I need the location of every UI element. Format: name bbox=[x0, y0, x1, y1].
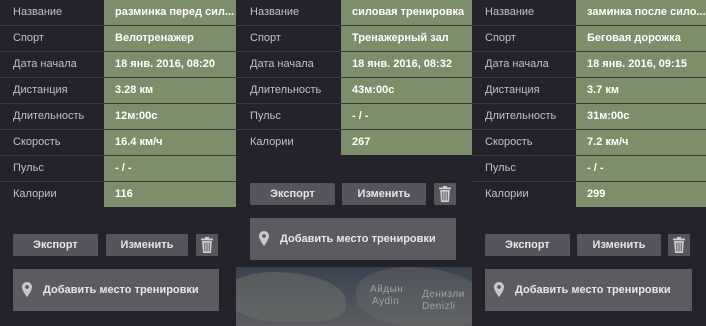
add-place-label: Добавить место тренировки bbox=[43, 284, 199, 296]
add-place-button[interactable]: Добавить место тренировки bbox=[13, 269, 219, 311]
row-duration: Длительность 31м:00с bbox=[472, 104, 706, 130]
workout-card-3: Название заминка после сило... Спорт Бег… bbox=[472, 0, 706, 207]
add-place-button[interactable]: Добавить место тренировки bbox=[250, 218, 456, 260]
export-button[interactable]: Экспорт bbox=[485, 234, 570, 256]
location-pin-icon bbox=[22, 282, 32, 297]
value-start: 18 янв. 2016, 08:20 bbox=[104, 52, 236, 77]
row-speed: Скорость 7.2 км/ч bbox=[472, 130, 706, 156]
map-label-city: Денизли bbox=[422, 289, 465, 300]
add-place-label: Добавить место тренировки bbox=[280, 233, 436, 245]
workout-card-2: Название силовая тренировка Спорт Тренаж… bbox=[236, 0, 472, 155]
location-pin-icon bbox=[259, 231, 269, 246]
label-speed: Скорость bbox=[13, 136, 61, 148]
label-pulse: Пульс bbox=[485, 162, 516, 174]
value-name: заминка после сило... bbox=[576, 0, 706, 25]
value-distance: 3.28 км bbox=[104, 78, 236, 103]
label-calories: Калории bbox=[250, 136, 294, 148]
label-duration: Длительность bbox=[13, 110, 85, 122]
workout-details-table: Название силовая тренировка Спорт Тренаж… bbox=[236, 0, 472, 155]
label-start: Дата начала bbox=[250, 58, 314, 70]
value-sport: Беговая дорожка bbox=[576, 26, 706, 51]
row-pulse: Пульс - / - bbox=[472, 156, 706, 182]
value-speed: 7.2 км/ч bbox=[576, 130, 706, 155]
value-calories: 116 bbox=[104, 182, 236, 207]
row-name: Название разминка перед сил... bbox=[0, 0, 236, 26]
value-start: 18 янв. 2016, 09:15 bbox=[576, 52, 706, 77]
value-distance: 3.7 км bbox=[576, 78, 706, 103]
label-sport: Спорт bbox=[485, 32, 516, 44]
value-sport: Тренажерный зал bbox=[341, 26, 472, 51]
row-start: Дата начала 18 янв. 2016, 08:20 bbox=[0, 52, 236, 78]
label-pulse: Пульс bbox=[250, 110, 281, 122]
label-start: Дата начала bbox=[13, 58, 77, 70]
label-start: Дата начала bbox=[485, 58, 549, 70]
add-place-label: Добавить место тренировки bbox=[515, 284, 671, 296]
edit-button[interactable]: Изменить bbox=[577, 234, 661, 256]
label-duration: Длительность bbox=[485, 110, 557, 122]
value-duration: 12м:00с bbox=[104, 104, 236, 129]
label-speed: Скорость bbox=[485, 136, 533, 148]
map-preview[interactable]: Айдын Aydin Денизли Denizli bbox=[236, 267, 472, 326]
row-calories: Калории 116 bbox=[0, 182, 236, 207]
value-duration: 31м:00с bbox=[576, 104, 706, 129]
row-speed: Скорость 16.4 км/ч bbox=[0, 130, 236, 156]
value-start: 18 янв. 2016, 08:32 bbox=[341, 52, 472, 77]
row-sport: Спорт Беговая дорожка bbox=[472, 26, 706, 52]
row-pulse: Пульс - / - bbox=[0, 156, 236, 182]
row-name: Название заминка после сило... bbox=[472, 0, 706, 26]
label-duration: Длительность bbox=[250, 84, 322, 96]
value-duration: 43м:00с bbox=[341, 78, 472, 103]
location-pin-icon bbox=[494, 282, 504, 297]
row-duration: Длительность 12м:00с bbox=[0, 104, 236, 130]
row-calories: Калории 267 bbox=[236, 130, 472, 155]
value-speed: 16.4 км/ч bbox=[104, 130, 236, 155]
row-pulse: Пульс - / - bbox=[236, 104, 472, 130]
delete-button[interactable] bbox=[196, 234, 218, 256]
row-sport: Спорт Велотренажер bbox=[0, 26, 236, 52]
map-label-city: Aydin bbox=[372, 296, 400, 307]
row-distance: Дистанция 3.7 км bbox=[472, 78, 706, 104]
label-sport: Спорт bbox=[13, 32, 44, 44]
label-sport: Спорт bbox=[250, 32, 281, 44]
trash-icon bbox=[439, 186, 451, 202]
label-name: Название bbox=[485, 6, 535, 18]
row-duration: Длительность 43м:00с bbox=[236, 78, 472, 104]
label-calories: Калории bbox=[13, 188, 57, 200]
value-pulse: - / - bbox=[341, 104, 472, 129]
row-calories: Калории 299 bbox=[472, 182, 706, 207]
value-name: силовая тренировка bbox=[341, 0, 472, 25]
value-pulse: - / - bbox=[104, 156, 236, 181]
value-pulse: - / - bbox=[576, 156, 706, 181]
label-name: Название bbox=[250, 6, 300, 18]
row-sport: Спорт Тренажерный зал bbox=[236, 26, 472, 52]
add-place-button[interactable]: Добавить место тренировки bbox=[485, 269, 692, 311]
map-land-shape bbox=[236, 272, 346, 322]
label-pulse: Пульс bbox=[13, 162, 44, 174]
row-start: Дата начала 18 янв. 2016, 09:15 bbox=[472, 52, 706, 78]
row-distance: Дистанция 3.28 км bbox=[0, 78, 236, 104]
label-calories: Калории bbox=[485, 188, 529, 200]
row-start: Дата начала 18 янв. 2016, 08:32 bbox=[236, 52, 472, 78]
workout-card-1: Название разминка перед сил... Спорт Вел… bbox=[0, 0, 236, 207]
label-name: Название bbox=[13, 6, 63, 18]
label-distance: Дистанция bbox=[485, 84, 540, 96]
value-name: разминка перед сил... bbox=[104, 0, 236, 25]
value-calories: 299 bbox=[576, 182, 706, 207]
export-button[interactable]: Экспорт bbox=[250, 183, 335, 205]
workout-details-table: Название заминка после сило... Спорт Бег… bbox=[472, 0, 706, 207]
delete-button[interactable] bbox=[434, 183, 456, 205]
map-label-city: Айдын bbox=[370, 284, 404, 295]
trash-icon bbox=[673, 237, 685, 253]
delete-button[interactable] bbox=[668, 234, 690, 256]
map-label-city: Denizli bbox=[422, 301, 456, 312]
export-button[interactable]: Экспорт bbox=[13, 234, 98, 256]
edit-button[interactable]: Изменить bbox=[106, 234, 188, 256]
workout-details-table: Название разминка перед сил... Спорт Вел… bbox=[0, 0, 236, 207]
edit-button[interactable]: Изменить bbox=[342, 183, 426, 205]
label-distance: Дистанция bbox=[13, 84, 68, 96]
trash-icon bbox=[201, 237, 213, 253]
value-sport: Велотренажер bbox=[104, 26, 236, 51]
value-calories: 267 bbox=[341, 130, 472, 155]
row-name: Название силовая тренировка bbox=[236, 0, 472, 26]
